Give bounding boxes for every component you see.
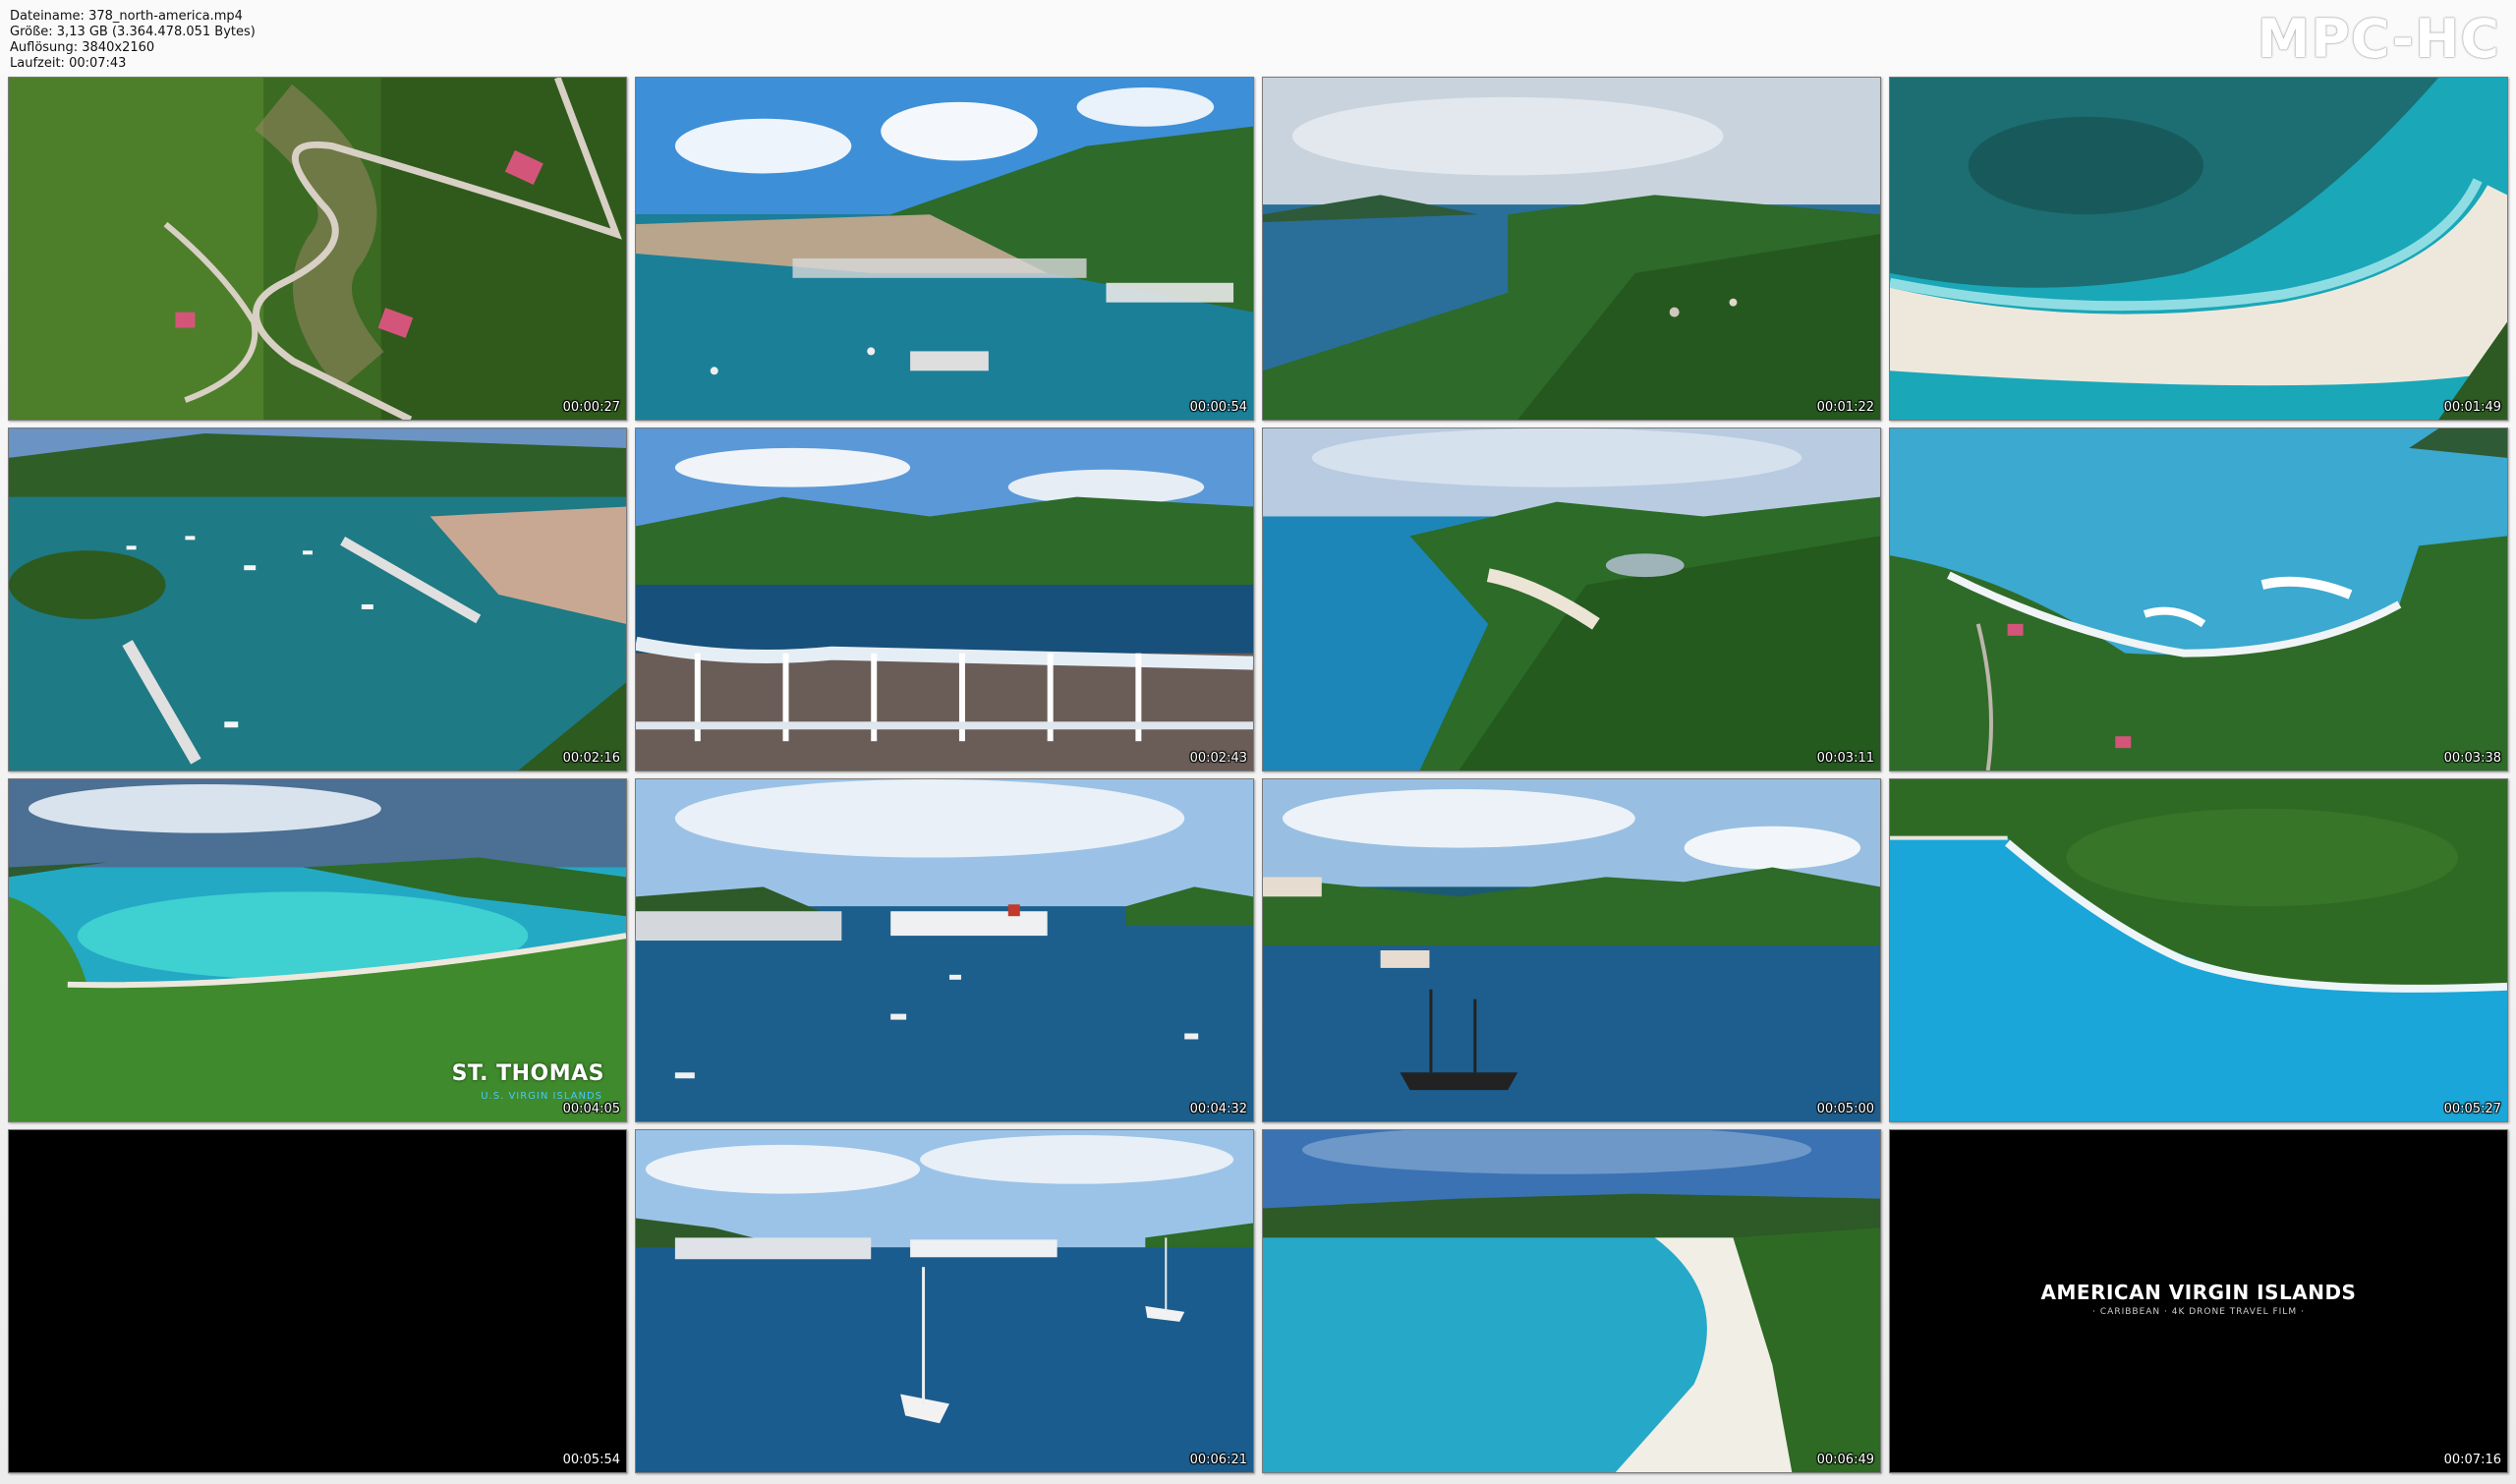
thumbnail-image (1890, 428, 2507, 771)
timestamp: 00:05:00 (1816, 1102, 1874, 1116)
location-caption: ST. THOMAS (451, 1061, 604, 1086)
thumbnail-11[interactable]: 00:05:00 (1262, 778, 1881, 1122)
thumbnail-image (1263, 779, 1880, 1121)
thumbnail-8[interactable]: 00:03:38 (1889, 428, 2508, 771)
timestamp: 00:03:11 (1816, 751, 1874, 766)
end-subtitle: · CARIBBEAN · 4K DRONE TRAVEL FILM · (2092, 1307, 2305, 1317)
thumbnail-7[interactable]: 00:03:11 (1262, 428, 1881, 771)
thumbnail-image (9, 428, 626, 771)
thumbnail-image (636, 1130, 1253, 1472)
thumbnail-image (9, 78, 626, 420)
thumbnail-image (1263, 78, 1880, 420)
thumbnail-4[interactable]: 00:01:49 (1889, 77, 2508, 421)
thumbnail-1[interactable]: 00:00:27 (8, 77, 627, 421)
thumbnail-10[interactable]: 00:04:32 (635, 778, 1254, 1122)
thumbnail-image (636, 78, 1253, 420)
thumbnail-16[interactable]: AMERICAN VIRGIN ISLANDS · CARIBBEAN · 4K… (1889, 1129, 2508, 1473)
timestamp: 00:02:43 (1189, 751, 1247, 766)
resolution-line: Auflösung: 3840x2160 (10, 40, 155, 55)
thumbnail-13[interactable]: 00:05:54 (8, 1129, 627, 1473)
timestamp: 00:03:38 (2443, 751, 2501, 766)
thumbnail-5[interactable]: 00:02:16 (8, 428, 627, 771)
timestamp: 00:05:27 (2443, 1102, 2501, 1116)
timestamp: 00:00:54 (1189, 400, 1247, 415)
timestamp: 00:05:54 (562, 1453, 620, 1467)
timestamp: 00:02:16 (562, 751, 620, 766)
thumbnail-grid: 00:00:27 00:00:54 00:01:22 00:01:49 00:0… (8, 77, 2508, 1475)
thumbnail-image (1263, 428, 1880, 771)
thumbnail-9[interactable]: ST. THOMAS U.S. VIRGIN ISLANDS 00:04:05 (8, 778, 627, 1122)
thumbnail-image (1890, 78, 2507, 420)
timestamp: 00:01:49 (2443, 400, 2501, 415)
timestamp: 00:01:22 (1816, 400, 1874, 415)
thumbnail-image (1263, 1130, 1880, 1472)
timestamp: 00:04:32 (1189, 1102, 1247, 1116)
timestamp: 00:00:27 (562, 400, 620, 415)
mpc-hc-logo: MPC-HC (2257, 8, 2500, 70)
timestamp: 00:06:49 (1816, 1453, 1874, 1467)
thumbnail-3[interactable]: 00:01:22 (1262, 77, 1881, 421)
file-info-panel: Dateiname: 378_north-america.mp4 Größe: … (10, 9, 256, 72)
thumbnail-image (636, 779, 1253, 1121)
thumbnail-14[interactable]: 00:06:21 (635, 1129, 1254, 1473)
thumbnail-12[interactable]: 00:05:27 (1889, 778, 2508, 1122)
thumbnail-image (1890, 779, 2507, 1121)
location-subcaption: U.S. VIRGIN ISLANDS (481, 1091, 602, 1102)
file-name-line: Dateiname: 378_north-america.mp4 (10, 9, 243, 24)
timestamp: 00:04:05 (562, 1102, 620, 1116)
duration-line: Laufzeit: 00:07:43 (10, 56, 127, 71)
timestamp: 00:07:16 (2443, 1453, 2501, 1467)
file-size-line: Größe: 3,13 GB (3.364.478.051 Bytes) (10, 25, 256, 39)
thumbnail-image (636, 428, 1253, 771)
end-title: AMERICAN VIRGIN ISLANDS (2040, 1281, 2357, 1304)
thumbnail-6[interactable]: 00:02:43 (635, 428, 1254, 771)
timestamp: 00:06:21 (1189, 1453, 1247, 1467)
thumbnail-15[interactable]: 00:06:49 (1262, 1129, 1881, 1473)
thumbnail-2[interactable]: 00:00:54 (635, 77, 1254, 421)
